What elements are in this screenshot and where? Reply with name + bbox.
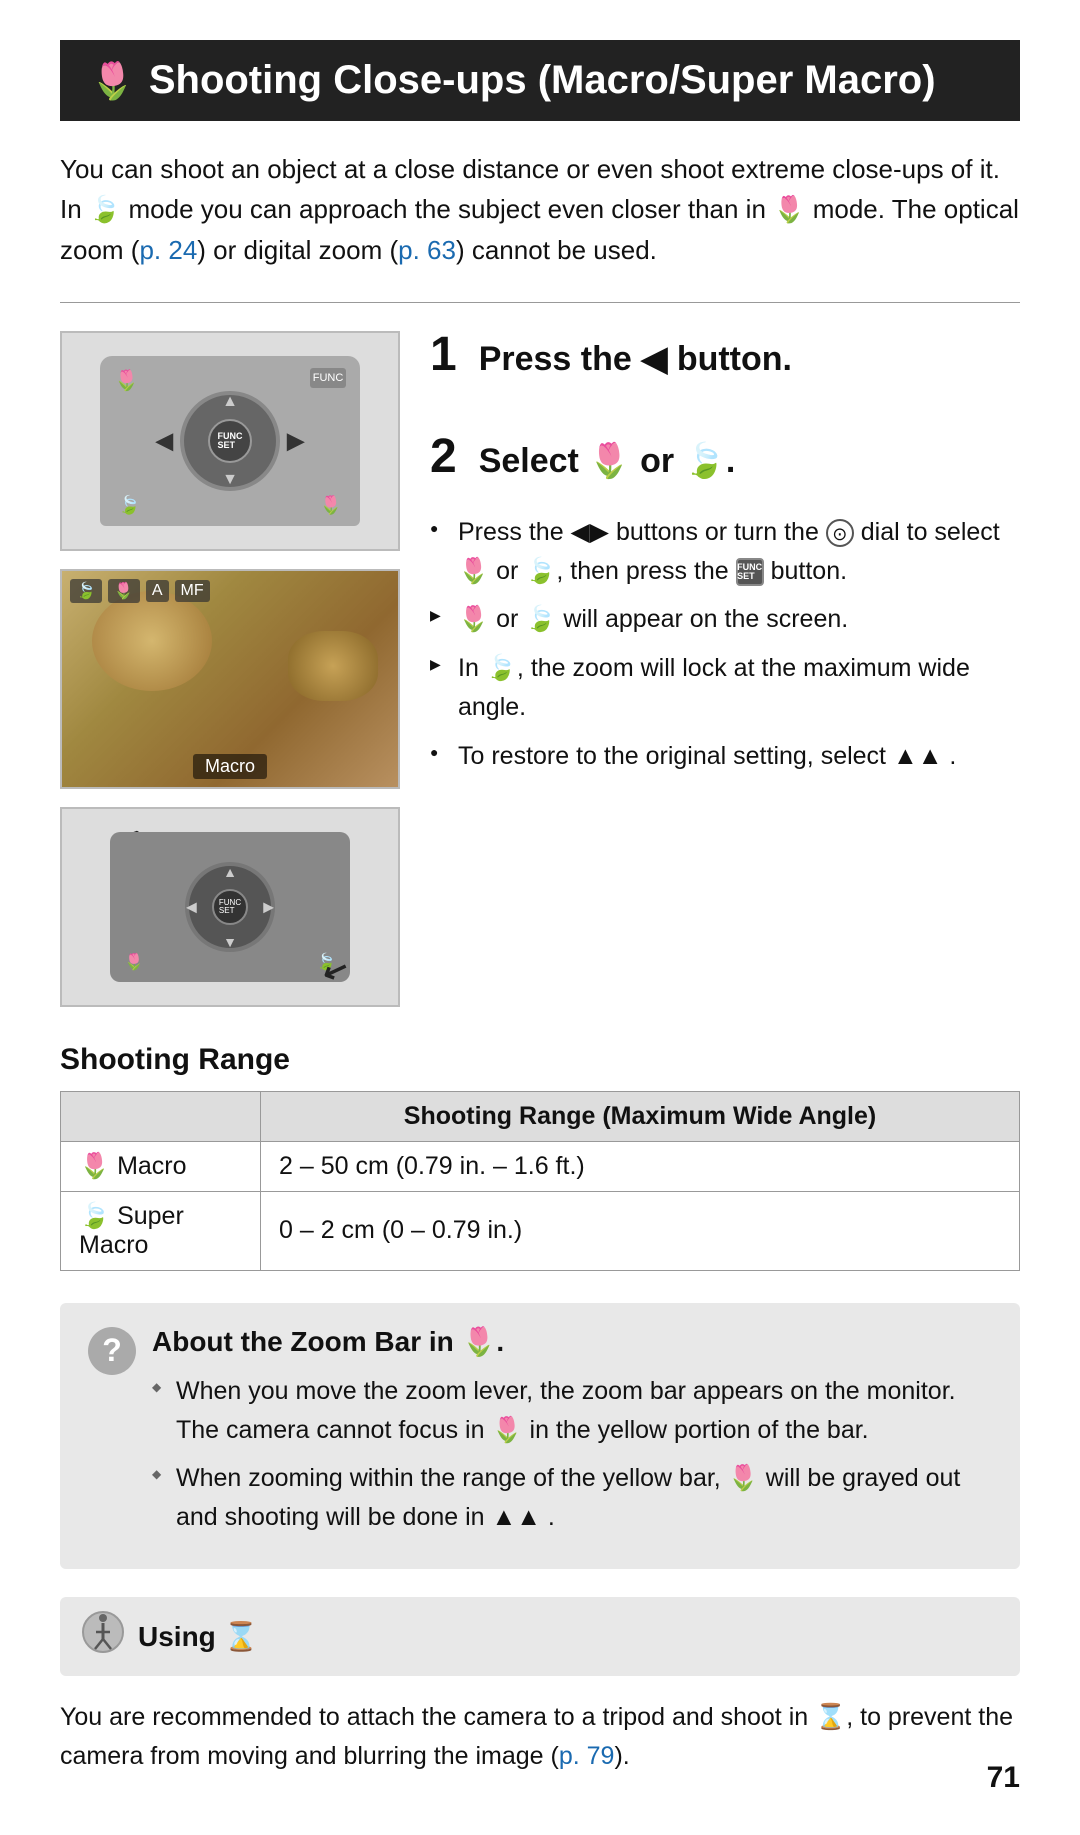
- table-header-empty: [61, 1091, 261, 1141]
- table-header-range: Shooting Range (Maximum Wide Angle): [261, 1091, 1020, 1141]
- steps-column: 1 Press the ◀ button. 2 Select 🌷 or 🍃. P…: [430, 331, 1020, 1007]
- step2-bullet-3: In 🍃, the zoom will lock at the maximum …: [430, 649, 1020, 727]
- using-body-text: You are recommended to attach the camera…: [60, 1698, 1020, 1776]
- shooting-range-section: Shooting Range Shooting Range (Maximum W…: [60, 1043, 1020, 1271]
- zoom-bar-info-box: ? About the Zoom Bar in 🌷. When you move…: [60, 1303, 1020, 1569]
- step2-bullet-4: To restore to the original setting, sele…: [430, 737, 1020, 776]
- step2-number: 2: [430, 433, 457, 481]
- dial2-center: FUNCSET: [212, 889, 248, 925]
- step-2: 2 Select 🌷 or 🍃. Press the ◀▶ buttons or…: [430, 433, 1020, 776]
- using-title: Using ⌛: [138, 1620, 258, 1653]
- step2-bullet-list: Press the ◀▶ buttons or turn the ⊙ dial …: [430, 513, 1020, 776]
- mode-macro: 🌷 Macro: [61, 1141, 261, 1191]
- link-p79[interactable]: p. 79: [559, 1742, 615, 1770]
- images-column: 🌷 FUNC ▲ ▼ ◀ ▶ FUNCSET 🌷 🍃: [60, 331, 400, 1007]
- title-block: 🌷 Shooting Close-ups (Macro/Super Macro): [60, 40, 1020, 121]
- food-photo-image: 🍃 🌷 A MF Macro: [60, 569, 400, 789]
- link-p24[interactable]: p. 24: [139, 235, 197, 265]
- using-icon: [82, 1611, 124, 1662]
- link-p63[interactable]: p. 63: [398, 235, 456, 265]
- range-table: Shooting Range (Maximum Wide Angle) 🌷 Ma…: [60, 1091, 1020, 1271]
- page-content: 🌷 Shooting Close-ups (Macro/Super Macro)…: [0, 0, 1080, 1835]
- zoom-bar-bullets: When you move the zoom lever, the zoom b…: [152, 1372, 992, 1537]
- table-row-macro: 🌷 Macro 2 – 50 cm (0.79 in. – 1.6 ft.): [61, 1141, 1020, 1191]
- mf-indicator: MF: [175, 580, 210, 602]
- dial-diagram: ▲ ▼ ◀ ▶ FUNCSET: [180, 391, 280, 491]
- mode-icon: 🍃: [70, 579, 102, 603]
- shoot-icon: 🌷: [108, 579, 140, 603]
- camera-dial-image: ↗ ▲ ▼ ◀ ▶ FUNCSET 🌷 🍃: [60, 807, 400, 1007]
- range-super-macro: 0 – 2 cm (0 – 0.79 in.): [261, 1191, 1020, 1270]
- step1-title: Press the ◀ button.: [479, 333, 792, 379]
- zoom-bar-title: About the Zoom Bar in 🌷.: [152, 1325, 992, 1358]
- using-box: Using ⌛: [60, 1597, 1020, 1676]
- shooting-range-title: Shooting Range: [60, 1043, 1020, 1077]
- title-icon: 🌷: [90, 60, 135, 102]
- arrow-right-indicator: ▶: [287, 428, 304, 454]
- range-macro: 2 – 50 cm (0.79 in. – 1.6 ft.): [261, 1141, 1020, 1191]
- table-row-super-macro: 🍃 Super Macro 0 – 2 cm (0 – 0.79 in.): [61, 1191, 1020, 1270]
- camera-top-diagram: 🌷 FUNC ▲ ▼ ◀ ▶ FUNCSET 🌷 🍃: [100, 356, 360, 526]
- step2-bullet-1: Press the ◀▶ buttons or turn the ⊙ dial …: [430, 513, 1020, 591]
- page-number: 71: [987, 1761, 1020, 1795]
- step-1: 1 Press the ◀ button.: [430, 331, 1020, 397]
- zoom-bar-bullet-2: When zooming within the range of the yel…: [152, 1459, 992, 1537]
- food-diagram: 🍃 🌷 A MF Macro: [62, 571, 398, 787]
- steps-layout: 🌷 FUNC ▲ ▼ ◀ ▶ FUNCSET 🌷 🍃: [60, 331, 1020, 1007]
- camera-ui-overlay: 🍃 🌷 A MF: [70, 579, 390, 603]
- info-box-content: About the Zoom Bar in 🌷. When you move t…: [152, 1325, 992, 1547]
- intro-text: You can shoot an object at a close dista…: [60, 149, 1020, 270]
- info-box-icon: ?: [88, 1327, 136, 1375]
- camera-top-image: 🌷 FUNC ▲ ▼ ◀ ▶ FUNCSET 🌷 🍃: [60, 331, 400, 551]
- mode-super-macro: 🍃 Super Macro: [61, 1191, 261, 1270]
- arrow-left-indicator: ◀: [156, 428, 173, 454]
- cam-bottom-diagram: ▲ ▼ ◀ ▶ FUNCSET 🌷 🍃: [110, 832, 350, 982]
- macro-label: Macro: [193, 754, 267, 779]
- divider: [60, 302, 1020, 303]
- step1-number: 1: [430, 331, 457, 379]
- letter-a: A: [146, 580, 169, 602]
- func-set-btn: FUNCSET: [736, 558, 764, 586]
- dial2: ▲ ▼ ◀ ▶ FUNCSET: [185, 862, 275, 952]
- zoom-bar-bullet-1: When you move the zoom lever, the zoom b…: [152, 1372, 992, 1450]
- dial-center: FUNCSET: [208, 419, 252, 463]
- page-title: Shooting Close-ups (Macro/Super Macro): [149, 58, 936, 103]
- step2-bullet-2: 🌷 or 🍃 will appear on the screen.: [430, 600, 1020, 639]
- step2-title: Select 🌷 or 🍃.: [479, 435, 736, 481]
